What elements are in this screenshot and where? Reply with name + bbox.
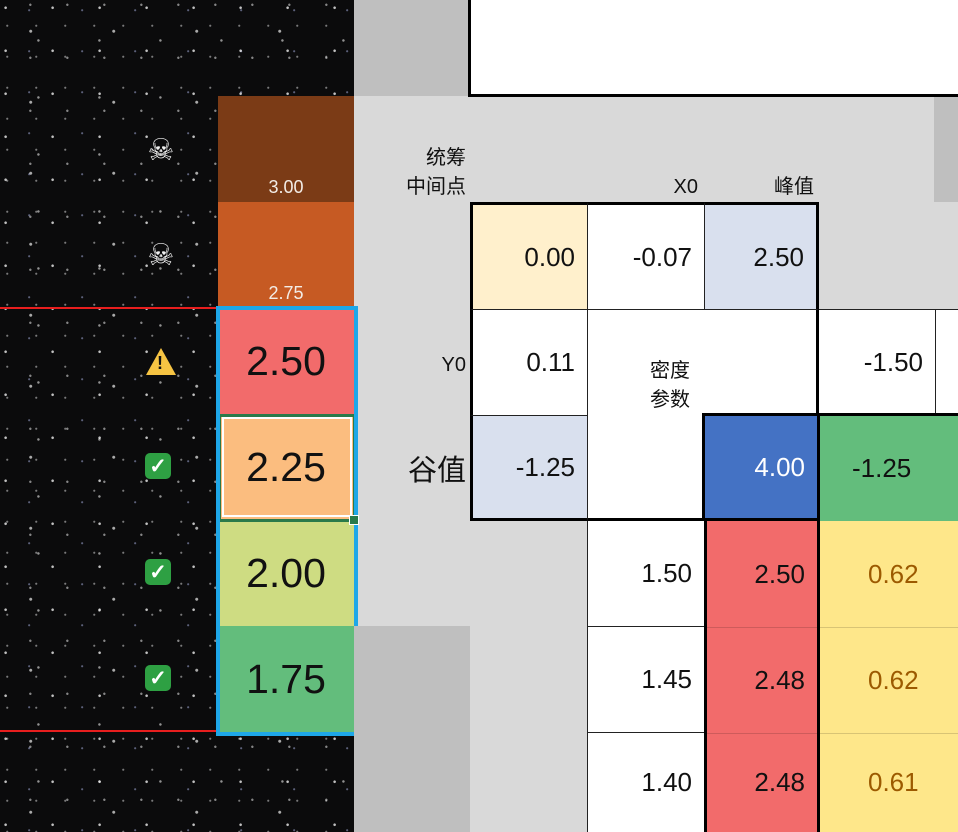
- table-cell-a[interactable]: 1.50: [587, 521, 704, 627]
- param-peak-cell[interactable]: 2.50: [704, 202, 819, 309]
- param-mid-cell[interactable]: 0.00: [470, 202, 587, 309]
- table-cell-c[interactable]: 0.62: [820, 521, 958, 627]
- grey-block-bottom: [354, 626, 470, 832]
- scale-value: 2.75: [268, 283, 304, 303]
- label-x0: X0: [673, 176, 698, 198]
- param-x0-cell[interactable]: -0.07: [587, 202, 704, 309]
- grey-block-right: [934, 96, 958, 202]
- scale-cell-2-75[interactable]: 2.75: [218, 202, 354, 308]
- blank-cell[interactable]: [587, 415, 704, 521]
- selection-range: [216, 306, 358, 736]
- table-cell-a[interactable]: 1.45: [587, 627, 704, 733]
- label-tongchou: 统筹: [426, 147, 466, 169]
- table-cell-b[interactable]: 2.48: [704, 627, 820, 733]
- scale-cell-3-00[interactable]: 3.00: [218, 96, 354, 202]
- param-y0-cell[interactable]: 0.11: [470, 309, 587, 415]
- table-cell-c[interactable]: 0.61: [820, 733, 958, 832]
- density-label-cell[interactable]: [587, 309, 819, 415]
- check-icon: ✓: [143, 557, 173, 587]
- row-divider: [704, 733, 958, 734]
- param-green-cell[interactable]: -1.25: [820, 413, 958, 521]
- merged-header-area[interactable]: [468, 0, 958, 97]
- warning-icon: !: [144, 344, 178, 378]
- skull-icon: ☠: [147, 238, 175, 272]
- upper-threshold-line: [0, 307, 220, 309]
- check-icon: ✓: [143, 663, 173, 693]
- table-cell-b[interactable]: 2.50: [704, 521, 820, 627]
- scale-value: 3.00: [268, 177, 304, 197]
- label-guzhi: 谷值: [407, 455, 466, 487]
- label-fengzhi: 峰值: [774, 176, 814, 198]
- row-divider: [704, 627, 958, 628]
- table-cell-c[interactable]: 0.62: [820, 627, 958, 733]
- label-canshu: 参数: [650, 389, 690, 411]
- label-y0: Y0: [441, 354, 466, 376]
- param-density-cell[interactable]: -1.50: [819, 309, 936, 415]
- label-zhongjiandian: 中间点: [406, 176, 466, 198]
- check-icon: ✓: [143, 451, 173, 481]
- table-cell-a[interactable]: 1.40: [587, 733, 704, 832]
- param-edge-cell[interactable]: [936, 309, 958, 415]
- label-midu: 密度: [650, 360, 690, 382]
- table-cell-b[interactable]: 2.48: [704, 733, 820, 832]
- lower-threshold-line: [0, 730, 220, 732]
- fill-handle[interactable]: [349, 515, 359, 525]
- param-valley-cell[interactable]: -1.25: [470, 415, 587, 521]
- skull-icon: ☠: [147, 133, 175, 167]
- param-blue-cell[interactable]: 4.00: [702, 413, 820, 521]
- grey-block-top: [354, 0, 470, 96]
